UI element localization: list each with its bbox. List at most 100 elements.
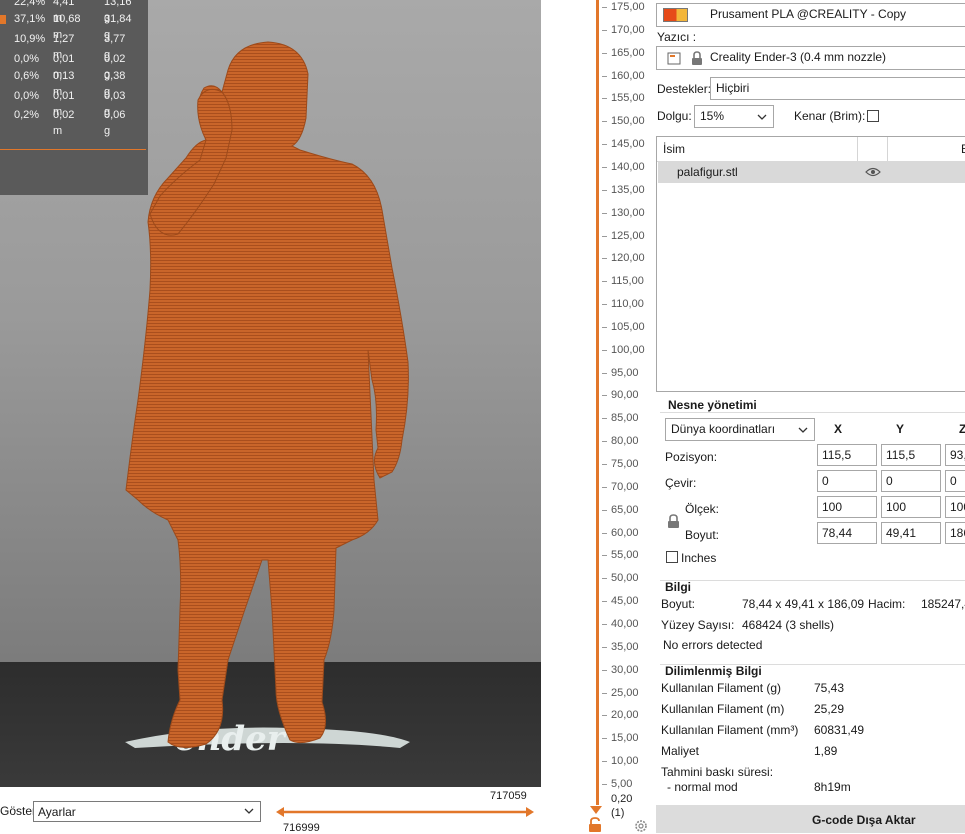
info-facets-label: Yüzey Sayısı:: [661, 618, 735, 632]
sliced-row-label: Maliyet: [661, 744, 700, 758]
rotate-x-input[interactable]: 0: [817, 470, 877, 492]
horizontal-slider-lower-value: 716999: [283, 822, 320, 834]
column-header-name[interactable]: İsim: [663, 142, 685, 156]
size-label: Boyut:: [685, 528, 720, 542]
legend-separator: [0, 149, 146, 150]
layer-tick-mark: [602, 258, 607, 260]
layer-tick-mark: [602, 75, 607, 77]
horizontal-move-slider[interactable]: [276, 806, 534, 818]
axis-x-label: X: [834, 422, 843, 436]
layer-tick-label: 100,00: [611, 343, 645, 356]
slider-right-handle[interactable]: [526, 807, 534, 817]
gear-icon[interactable]: [634, 819, 648, 833]
legend-percent: 37,1%: [14, 13, 46, 25]
layer-tick-mark: [602, 29, 607, 31]
view-type-value: Ayarlar: [38, 805, 76, 819]
lock-icon[interactable]: [588, 817, 602, 833]
coordinate-system-select[interactable]: Dünya koordinatları: [665, 418, 815, 441]
sliced-row-label: Kullanılan Filament (mm³): [661, 723, 799, 737]
filament-color-swatch[interactable]: [663, 8, 688, 22]
layer-tick-mark: [602, 349, 607, 351]
axis-y-label: Y: [896, 422, 905, 436]
layer-tick-mark: [602, 166, 607, 168]
object-name[interactable]: palafigur.stl: [677, 165, 738, 179]
info-errors-status: No errors detected: [663, 638, 763, 652]
objects-list[interactable]: İsim E palafigur.stl: [656, 136, 965, 392]
chevron-down-icon: [798, 427, 808, 433]
export-gcode-button[interactable]: G-code Dışa Aktar: [656, 805, 965, 833]
legend-percent: 0,0%: [14, 90, 40, 102]
sliced-row-value: 1,89: [814, 744, 838, 758]
supports-label: Destekler:: [657, 82, 712, 96]
rotate-y-input[interactable]: 0: [881, 470, 941, 492]
column-header-extruder[interactable]: E: [961, 142, 965, 156]
slider-left-handle[interactable]: [276, 807, 284, 817]
filament-select[interactable]: Prusament PLA @CREALITY - Copy: [656, 3, 965, 27]
infill-value: 15%: [700, 109, 725, 123]
layer-tick-label: 50,00: [611, 572, 639, 585]
layer-tick-label: 145,00: [611, 138, 645, 151]
layer-tick-mark: [602, 532, 607, 534]
view-type-select[interactable]: Ayarlar: [33, 801, 261, 822]
layer-tick-mark: [602, 486, 607, 488]
layer-tick-mark: [602, 98, 607, 100]
lock-icon: [692, 51, 702, 65]
layer-tick-mark: [602, 326, 607, 328]
layer-tick-mark: [602, 669, 607, 671]
layer-tick-mark: [602, 601, 607, 603]
layer-tick-label: 125,00: [611, 229, 645, 242]
layer-tick-label: 85,00: [611, 412, 639, 425]
export-gcode-label: G-code Dışa Aktar: [812, 813, 916, 827]
position-x-input[interactable]: 115,5: [817, 444, 877, 466]
layer-tick-label: 155,00: [611, 92, 645, 105]
chevron-down-icon: [244, 808, 254, 814]
inches-checkbox[interactable]: [666, 551, 678, 563]
size-y-input[interactable]: 49,41: [881, 522, 941, 544]
layer-tick-mark: [602, 783, 607, 785]
layer-tick-label: 25,00: [611, 686, 639, 699]
sliced-row-value: 25,29: [814, 702, 845, 716]
info-volume-label: Hacim:: [868, 597, 906, 611]
size-x-input[interactable]: 78,44: [817, 522, 877, 544]
layer-tick-label: 130,00: [611, 206, 645, 219]
list-item[interactable]: palafigur.stl: [658, 161, 965, 183]
objects-list-header: İsim E: [657, 137, 965, 162]
position-z-input[interactable]: 93,0: [945, 444, 965, 466]
layer-slider-track[interactable]: [596, 0, 599, 805]
layer-height-value: 0,20: [611, 793, 633, 805]
layer-tick-label: 170,00: [611, 23, 645, 36]
info-facets-value: 468424 (3 shells): [742, 618, 835, 632]
eye-icon[interactable]: [865, 167, 881, 177]
layer-tick-mark: [602, 372, 607, 374]
legend-weight: 0,06 g: [104, 109, 126, 137]
lock-icon[interactable]: [667, 514, 680, 529]
printer-select[interactable]: Creality Ender-3 (0.4 mm nozzle): [656, 46, 965, 70]
layer-slider-lower-thumb[interactable]: [588, 804, 604, 816]
position-y-input[interactable]: 115,5: [881, 444, 941, 466]
size-z-input[interactable]: 186: [945, 522, 965, 544]
show-label: Göster: [0, 804, 37, 818]
rotate-z-input[interactable]: 0: [945, 470, 965, 492]
supports-select[interactable]: Hiçbiri: [710, 77, 965, 100]
3d-viewport[interactable]: ender 22,4% 4,41 m 13,16 g 37,1% 10,68 m…: [0, 0, 541, 787]
scale-z-input[interactable]: 100: [945, 496, 965, 518]
legend-percent: 0,6%: [14, 70, 40, 82]
layer-tick-mark: [602, 646, 607, 648]
layer-tick-label: 160,00: [611, 69, 645, 82]
layer-slider[interactable]: 175,00 170,00 165,00 160,00 155,00 150,00 145,…: [582, 0, 656, 833]
infill-label: Dolgu:: [657, 109, 692, 123]
layer-tick-mark: [602, 464, 607, 465]
settings-sidebar: Prusament PLA @CREALITY - Copy Yazıcı : …: [656, 0, 965, 833]
layer-tick-label: 55,00: [611, 549, 639, 562]
horizontal-slider-upper-value: 717059: [490, 790, 527, 802]
brim-label: Kenar (Brim):: [794, 109, 866, 123]
layer-tick-mark: [602, 395, 607, 397]
scale-x-input[interactable]: 100: [817, 496, 877, 518]
brim-checkbox[interactable]: [867, 110, 879, 122]
scale-y-input[interactable]: 100: [881, 496, 941, 518]
inches-label: Inches: [681, 551, 717, 565]
layer-tick-label: 15,00: [611, 732, 639, 745]
layer-tick-label: 90,00: [611, 389, 639, 402]
infill-select[interactable]: 15%: [694, 105, 774, 128]
layer-tick-label: 135,00: [611, 183, 645, 196]
